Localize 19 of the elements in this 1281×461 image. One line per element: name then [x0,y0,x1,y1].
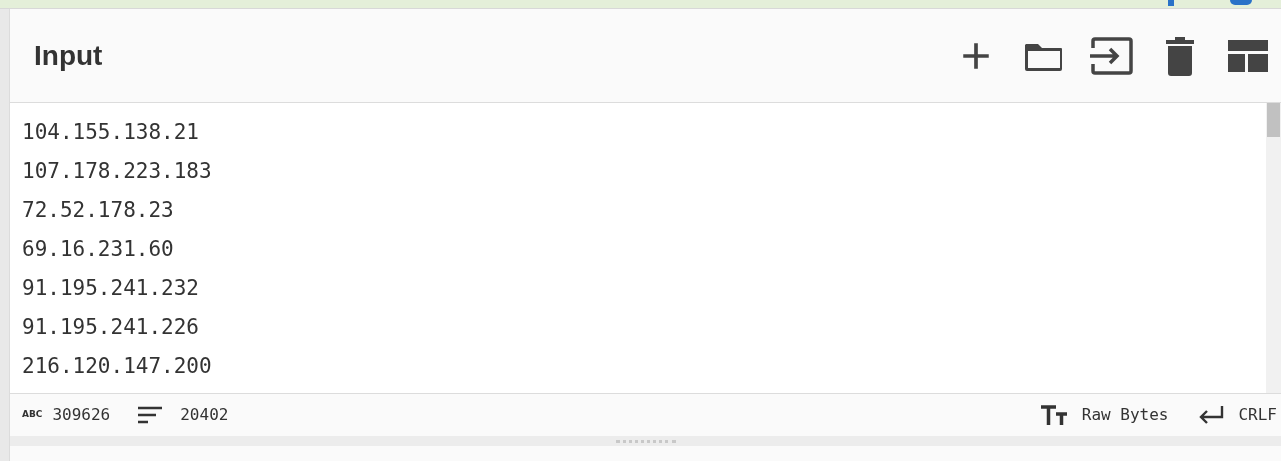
text-size-icon [1039,404,1068,426]
scrollbar-thumb[interactable] [1267,103,1280,137]
length-icon: ABC [22,408,43,422]
text-line: 107.178.223.183 [22,158,212,185]
text-line: 91.195.241.232 [22,275,199,302]
resize-handle[interactable] [615,439,676,443]
text-line: 104.155.138.21 [22,119,199,146]
text-line: 69.16.231.60 [22,236,174,263]
lines-icon [138,406,163,424]
text-line: 72.52.178.23 [22,197,174,224]
eol-label[interactable]: CRLF [1238,403,1277,427]
text-line: 216.120.147.200 [22,353,212,380]
panel-title: Input [34,38,103,73]
encoding-label[interactable]: Raw Bytes [1081,403,1169,427]
return-icon [1198,406,1225,424]
scrollbar[interactable] [1266,103,1281,393]
length-count: 309626 [52,404,111,426]
line-count: 20402 [180,404,229,426]
text-line: 91.195.241.226 [22,314,199,341]
